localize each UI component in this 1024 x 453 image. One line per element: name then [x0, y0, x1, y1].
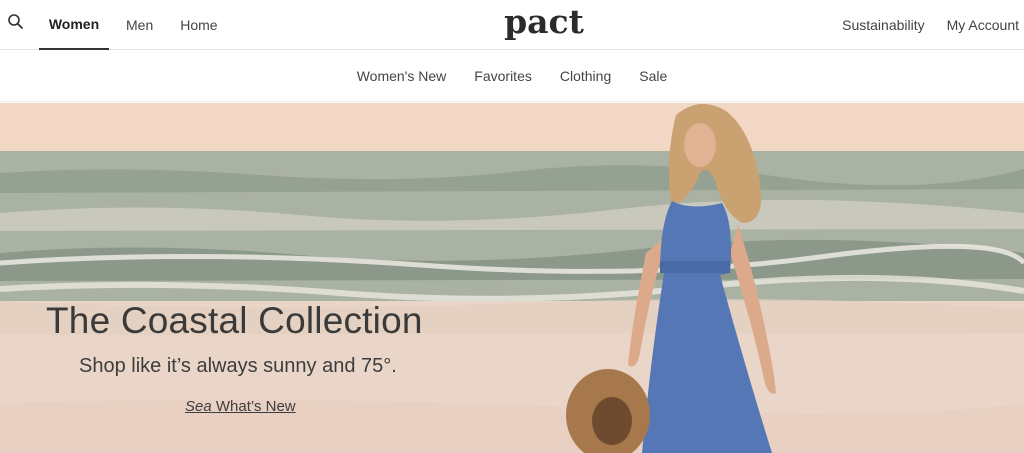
hero-subtitle: Shop like it’s always sunny and 75°.: [79, 355, 397, 377]
subnav-clothing[interactable]: Clothing: [560, 68, 611, 84]
hero-title: The Coastal Collection: [46, 300, 423, 341]
cta-rest: What’s New: [211, 398, 296, 415]
brand-logo[interactable]: pact: [504, 2, 584, 41]
sea-whats-new-link[interactable]: Sea What’s New: [185, 398, 296, 415]
hero-banner[interactable]: The Coastal Collection Shop like it’s al…: [0, 103, 1024, 453]
hero-image: [0, 103, 1024, 453]
top-navigation-bar: Women Men Home pact Sustainability My Ac…: [0, 0, 1024, 50]
subnav-favorites[interactable]: Favorites: [474, 68, 532, 84]
subnav-sale[interactable]: Sale: [639, 68, 667, 84]
cta-prefix: Sea: [185, 398, 212, 415]
category-subnav: Women's New Favorites Clothing Sale: [0, 51, 1024, 102]
subnav-womens-new[interactable]: Women's New: [357, 68, 447, 84]
account-nav: Sustainability My Account: [842, 0, 1019, 50]
nav-sustainability[interactable]: Sustainability: [842, 17, 925, 33]
nav-my-account[interactable]: My Account: [947, 17, 1019, 33]
